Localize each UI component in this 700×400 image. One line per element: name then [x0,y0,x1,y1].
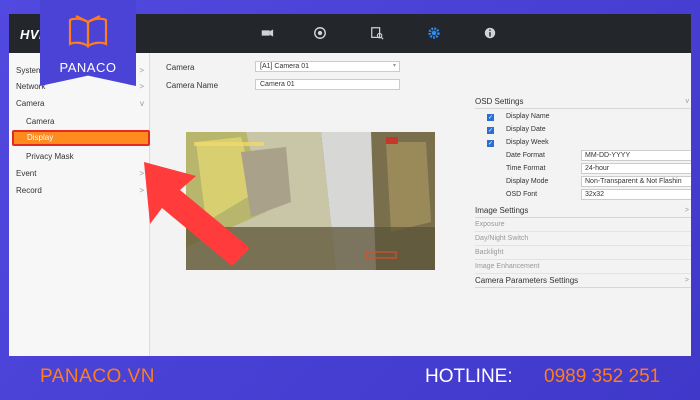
display-mode-select[interactable]: Non-Transparent & Not Flashin [581,176,691,187]
day-night-switch-item[interactable]: Day/Night Switch [475,233,691,246]
website-text: PANACO.VN [40,366,156,387]
display-week-checkbox[interactable]: ✓ [487,140,494,147]
sidebar-item-camera[interactable]: Camera v [9,96,150,111]
settings-sidebar: System > Network > Camera v Camera Displ… [9,53,150,356]
osd-font-select[interactable]: 32x32 [581,189,691,200]
camera-name-input[interactable]: Camera 01 [255,79,400,90]
display-name-label: Display Name [506,113,550,120]
backlight-item[interactable]: Backlight [475,247,691,260]
sidebar-item-privacy-mask[interactable]: Privacy Mask [9,149,150,164]
osd-settings: OSD Settings v ✓ Display Name ✓ Display … [471,96,691,296]
hotline-number: 0989 352 251 [544,366,661,387]
hotline-label: HOTLINE: [425,366,513,387]
sidebar-item-record[interactable]: Record > [9,183,150,198]
red-arrow-icon [144,162,250,266]
sidebar-item-event[interactable]: Event > [9,166,150,181]
camera-parameters-header[interactable]: Camera Parameters Settings > [475,275,691,288]
chevron-right-icon: > [684,207,689,214]
chevron-down-icon: v [140,99,144,108]
book-logo-icon [68,15,108,49]
camera-select-label: Camera [166,63,195,72]
chevron-right-icon: > [139,82,144,91]
display-name-checkbox[interactable]: ✓ [487,114,494,121]
dropdown-arrow-icon: ▾ [392,63,396,69]
sidebar-item-display[interactable]: Display [12,130,150,146]
camera-name-label: Camera Name [166,81,219,90]
image-settings-header[interactable]: Image Settings > [475,205,691,218]
date-format-label: Date Format [506,152,545,159]
time-format-label: Time Format [506,165,546,172]
camera-icon[interactable] [258,24,276,42]
settings-icon[interactable] [425,24,443,42]
chevron-down-icon: v [685,98,690,105]
date-format-select[interactable]: MM-DD-YYYY [581,150,691,161]
exposure-item[interactable]: Exposure [475,219,691,232]
sidebar-item-camera-sub[interactable]: Camera [9,114,150,129]
chevron-right-icon: > [684,277,689,284]
search-icon[interactable] [368,24,386,42]
info-icon[interactable] [481,24,499,42]
osd-settings-header[interactable]: OSD Settings v [475,96,691,109]
logo-text: PANACO [59,60,117,75]
panaco-logo: PANACO [40,0,136,86]
display-date-checkbox[interactable]: ✓ [487,127,494,134]
playback-icon[interactable] [311,24,329,42]
display-mode-label: Display Mode [506,178,549,185]
time-format-select[interactable]: 24-hour [581,163,691,174]
display-week-label: Display Week [506,139,549,146]
camera-select[interactable]: [A1] Camera 01 ▾ [255,61,400,72]
image-enhancement-item[interactable]: Image Enhancement [475,261,691,274]
osd-font-label: OSD Font [506,191,538,198]
chevron-right-icon: > [139,66,144,75]
display-date-label: Display Date [506,126,546,133]
